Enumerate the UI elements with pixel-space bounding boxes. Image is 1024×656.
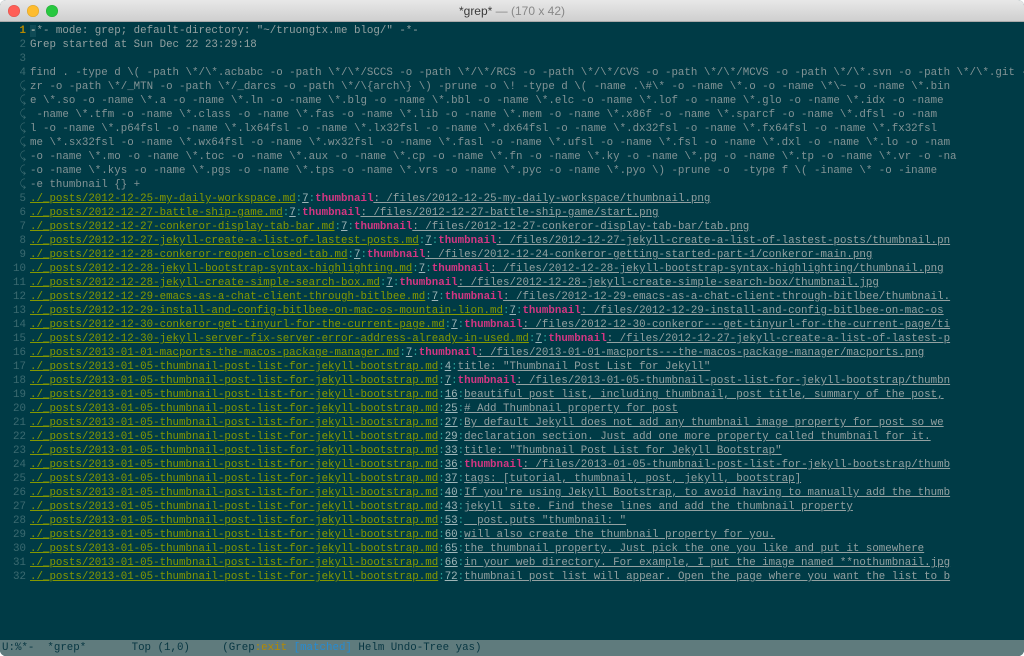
modeline-buffer-info: U:%*- *grep* Top (1,0) (Grep [2, 642, 255, 654]
emacs-window: *grep* — (170 x 42) 1234⤹⤹⤹⤹⤹⤹⤹⤹56789101… [0, 0, 1024, 656]
grep-result-row[interactable]: ./_posts/2013-01-05-thumbnail-post-list-… [30, 360, 1024, 374]
grep-result-row[interactable]: ./_posts/2012-12-28-jekyll-bootstrap-syn… [30, 262, 1024, 276]
grep-result-row[interactable]: ./_posts/2012-12-30-jekyll-server-fix-se… [30, 332, 1024, 346]
grep-result-row[interactable]: ./_posts/2012-12-30-conkeror-get-tinyurl… [30, 318, 1024, 332]
grep-result-row[interactable]: ./_posts/2013-01-05-thumbnail-post-list-… [30, 570, 1024, 584]
grep-result-row[interactable]: ./_posts/2013-01-05-thumbnail-post-list-… [30, 500, 1024, 514]
modeline-exit-status: :exit [255, 642, 294, 654]
grep-result-row[interactable]: ./_posts/2013-01-05-thumbnail-post-list-… [30, 528, 1024, 542]
grep-result-row[interactable]: ./_posts/2013-01-05-thumbnail-post-list-… [30, 486, 1024, 500]
grep-result-row[interactable]: ./_posts/2013-01-05-thumbnail-post-list-… [30, 430, 1024, 444]
line-number-gutter: 1234⤹⤹⤹⤹⤹⤹⤹⤹5678910111213141516171819202… [0, 22, 30, 640]
modeline-match-status: [matched] [294, 642, 352, 654]
grep-result-row[interactable]: ./_posts/2013-01-05-thumbnail-post-list-… [30, 556, 1024, 570]
zoom-icon[interactable] [46, 5, 58, 17]
grep-result-row[interactable]: ./_posts/2013-01-05-thumbnail-post-list-… [30, 416, 1024, 430]
window-title: *grep* — (170 x 42) [58, 4, 966, 18]
grep-result-row[interactable]: ./_posts/2013-01-01-macports-the-macos-p… [30, 346, 1024, 360]
title-dimensions: — (170 x 42) [492, 4, 565, 18]
grep-result-row[interactable]: ./_posts/2012-12-28-conkeror-reopen-clos… [30, 248, 1024, 262]
grep-result-row[interactable]: ./_posts/2013-01-05-thumbnail-post-list-… [30, 472, 1024, 486]
editor-area[interactable]: 1234⤹⤹⤹⤹⤹⤹⤹⤹5678910111213141516171819202… [0, 22, 1024, 640]
titlebar[interactable]: *grep* — (170 x 42) [0, 0, 1024, 22]
grep-result-row[interactable]: ./_posts/2012-12-27-battle-ship-game.md:… [30, 206, 1024, 220]
grep-result-row[interactable]: ./_posts/2012-12-28-jekyll-create-simple… [30, 276, 1024, 290]
grep-result-row[interactable]: ./_posts/2013-01-05-thumbnail-post-list-… [30, 388, 1024, 402]
grep-result-row[interactable]: ./_posts/2012-12-29-emacs-as-a-chat-clie… [30, 290, 1024, 304]
modeline: U:%*- *grep* Top (1,0) (Grep :exit [matc… [0, 640, 1024, 656]
close-icon[interactable] [8, 5, 20, 17]
grep-result-row[interactable]: ./_posts/2012-12-25-my-daily-workspace.m… [30, 192, 1024, 206]
grep-result-row[interactable]: ./_posts/2013-01-05-thumbnail-post-list-… [30, 514, 1024, 528]
grep-result-row[interactable]: ./_posts/2012-12-29-install-and-config-b… [30, 304, 1024, 318]
grep-result-row[interactable]: ./_posts/2013-01-05-thumbnail-post-list-… [30, 374, 1024, 388]
buffer-content[interactable]: -*- mode: grep; default-directory: "~/tr… [30, 22, 1024, 640]
title-main: *grep* [459, 4, 492, 18]
grep-result-row[interactable]: ./_posts/2013-01-05-thumbnail-post-list-… [30, 458, 1024, 472]
grep-result-row[interactable]: ./_posts/2012-12-27-conkeror-display-tab… [30, 220, 1024, 234]
grep-result-row[interactable]: ./_posts/2013-01-05-thumbnail-post-list-… [30, 444, 1024, 458]
grep-result-row[interactable]: ./_posts/2012-12-27-jekyll-create-a-list… [30, 234, 1024, 248]
grep-result-row[interactable]: ./_posts/2013-01-05-thumbnail-post-list-… [30, 542, 1024, 556]
grep-result-row[interactable]: ./_posts/2013-01-05-thumbnail-post-list-… [30, 402, 1024, 416]
traffic-lights [8, 5, 58, 17]
modeline-minor-modes: Helm Undo-Tree yas) [352, 642, 482, 654]
minimize-icon[interactable] [27, 5, 39, 17]
